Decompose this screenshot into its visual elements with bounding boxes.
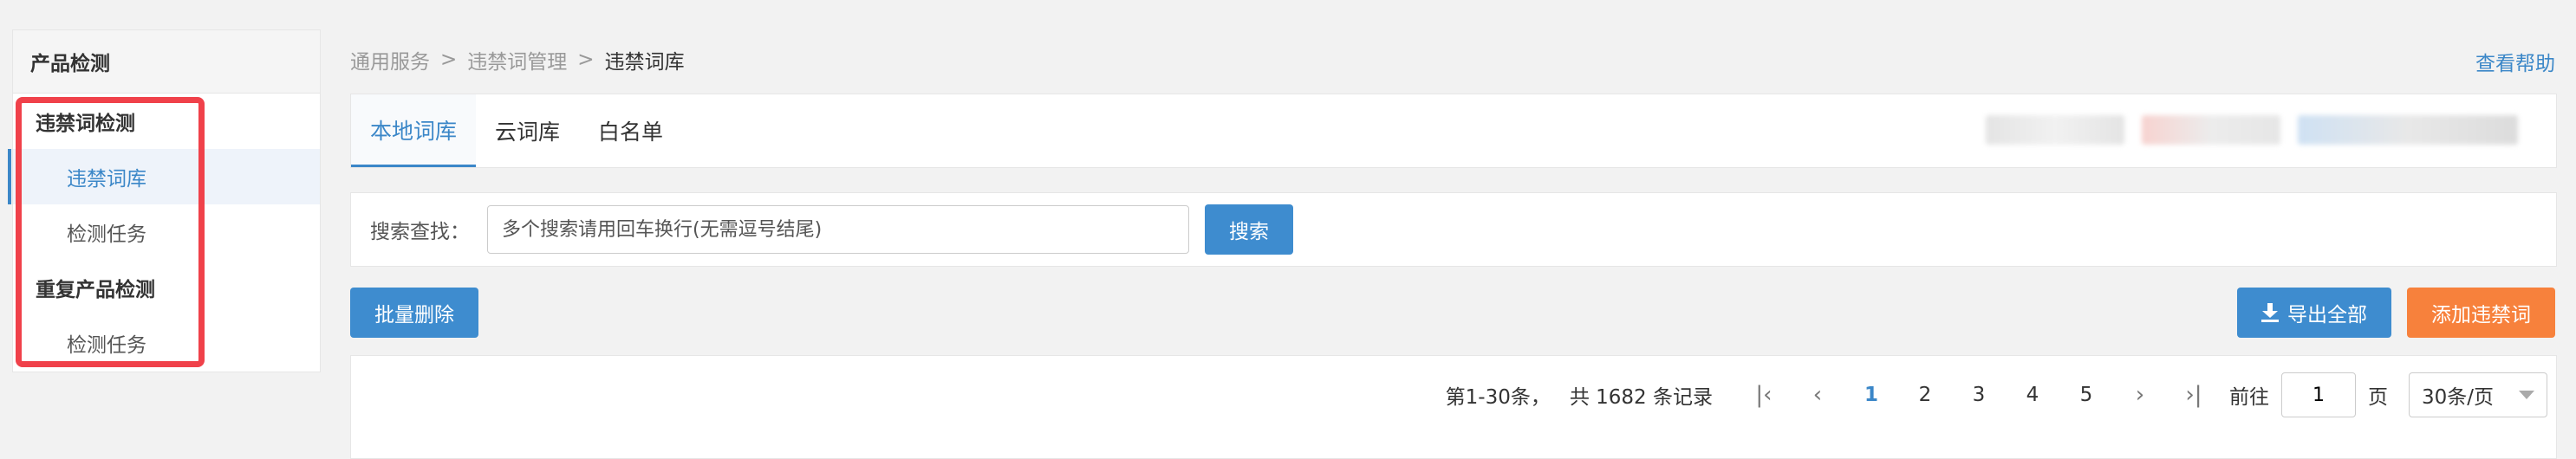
sidebar-item-prohibited-word-library[interactable]: 违禁词库 — [8, 149, 320, 204]
sidebar: 产品检测 违禁词检测 违禁词库 检测任务 重复产品检测 检测任务 — [8, 29, 321, 372]
sidebar-item-detection-task[interactable]: 检测任务 — [13, 204, 320, 260]
page-size-value: 30条/页 — [2422, 386, 2495, 409]
page-number[interactable]: 5 — [2059, 384, 2113, 406]
sidebar-group-prohibited-word-check[interactable]: 违禁词检测 — [13, 94, 320, 149]
search-label: 搜索查找： — [370, 221, 470, 243]
prev-page-icon[interactable]: ‹ — [1803, 382, 1832, 408]
right-actions: 导出全部 添加违禁词 — [2237, 288, 2555, 338]
page-number[interactable]: 3 — [1952, 384, 2006, 406]
sidebar-item-duplicate-detection-task[interactable]: 检测任务 — [13, 315, 320, 371]
last-page-icon[interactable]: ›| — [2179, 382, 2208, 408]
download-icon — [2261, 303, 2279, 322]
page-size-select[interactable]: 30条/页 — [2409, 372, 2547, 417]
pagination: 第1-30条， 共 1682 条记录 |‹ ‹ 1 2 3 4 5 › ›| 前… — [1446, 370, 2547, 420]
tab-whitelist[interactable]: 白名单 — [579, 94, 682, 167]
breadcrumb-item-word-management[interactable]: 违禁词管理 — [467, 45, 567, 74]
breadcrumb-item-current: 违禁词库 — [604, 51, 685, 74]
breadcrumb-separator: > — [440, 48, 458, 71]
table-panel: 第1-30条， 共 1682 条记录 |‹ ‹ 1 2 3 4 5 › ›| 前… — [350, 355, 2557, 459]
breadcrumb-separator: > — [577, 48, 595, 71]
pagination-range: 第1-30条， — [1445, 386, 1551, 409]
breadcrumb: 通用服务 > 违禁词管理 > 违禁词库 — [350, 45, 685, 74]
bulk-delete-button[interactable]: 批量删除 — [350, 288, 478, 338]
tab-cloud-library[interactable]: 云词库 — [476, 94, 579, 167]
sidebar-title: 产品检测 — [13, 30, 320, 94]
breadcrumb-item-general-service[interactable]: 通用服务 — [350, 45, 430, 74]
search-button[interactable]: 搜索 — [1205, 204, 1293, 255]
export-all-button[interactable]: 导出全部 — [2237, 288, 2391, 338]
export-all-label: 导出全部 — [2287, 304, 2367, 326]
page-number[interactable]: 4 — [2006, 384, 2059, 406]
tabs-bar: 本地词库 云词库 白名单 — [350, 94, 2557, 168]
next-page-icon[interactable]: › — [2125, 382, 2155, 408]
pagination-total: 共 1682 条记录 — [1569, 386, 1713, 409]
goto-label: 前往 — [2229, 386, 2269, 409]
sidebar-group-duplicate-product-check[interactable]: 重复产品检测 — [13, 260, 320, 315]
blurred-block — [2298, 115, 2518, 145]
search-bar: 搜索查找： 搜索 — [350, 192, 2557, 267]
page-unit-label: 页 — [2368, 386, 2388, 409]
blurred-block — [1986, 115, 2124, 145]
chevron-down-icon — [2519, 391, 2534, 399]
goto-page-input[interactable] — [2281, 372, 2356, 417]
blurred-account-info — [1986, 115, 2518, 145]
help-link[interactable]: 查看帮助 — [2475, 47, 2555, 76]
add-word-button[interactable]: 添加违禁词 — [2407, 288, 2555, 338]
search-input[interactable] — [487, 205, 1189, 254]
first-page-icon[interactable]: |‹ — [1749, 382, 1779, 408]
page-number[interactable]: 2 — [1898, 384, 1952, 406]
blurred-block — [2142, 115, 2280, 145]
page-number[interactable]: 1 — [1844, 384, 1898, 406]
tab-local-library[interactable]: 本地词库 — [351, 94, 477, 167]
